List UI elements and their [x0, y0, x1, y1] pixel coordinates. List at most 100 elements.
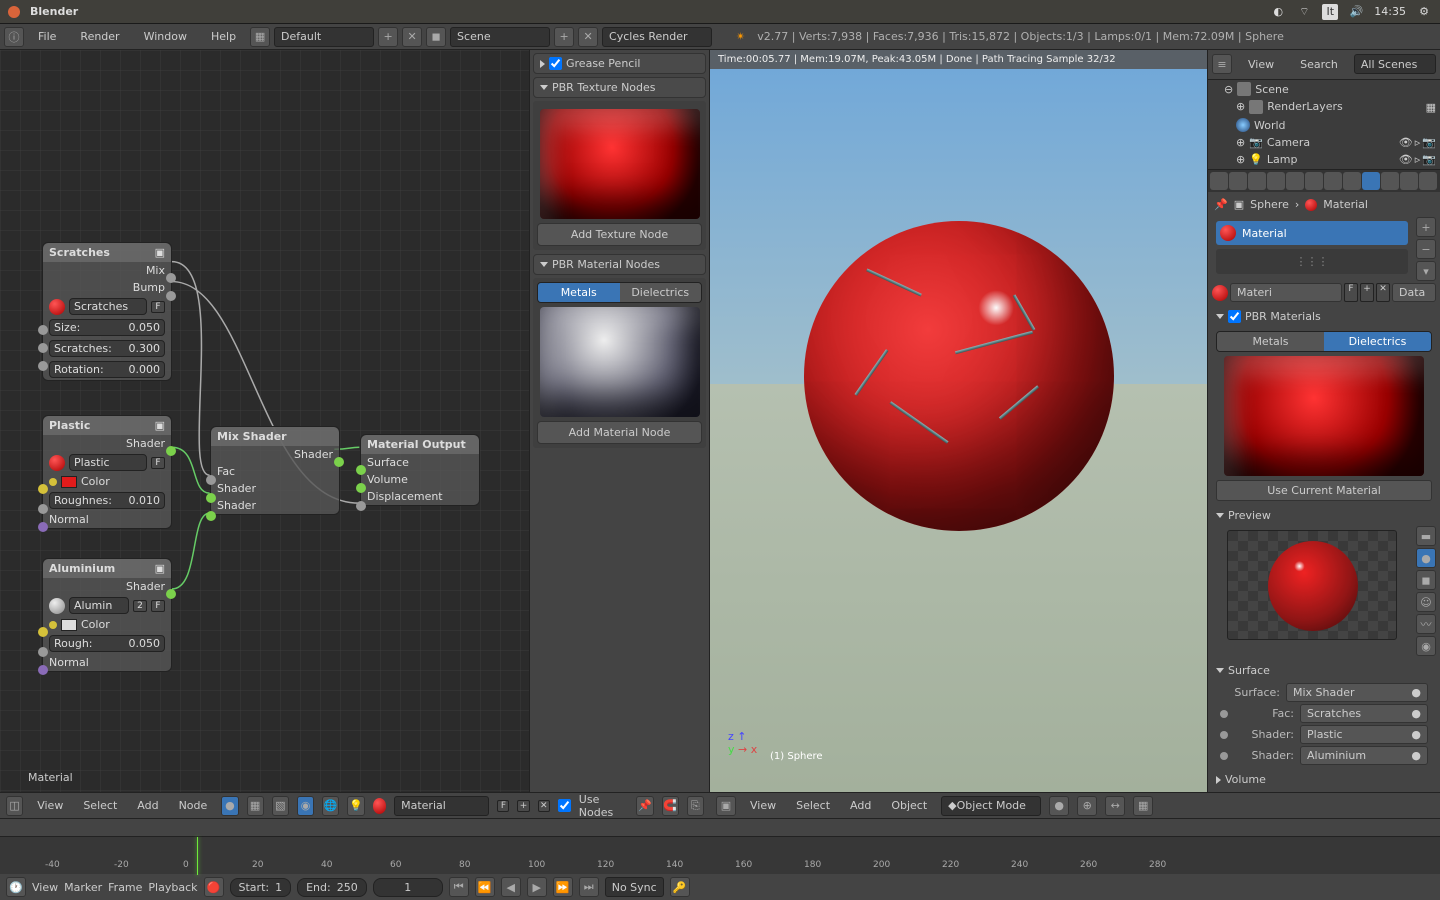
users-count[interactable]: 2: [133, 600, 147, 612]
pin-icon[interactable]: 📌: [1214, 198, 1228, 211]
sync-dropdown[interactable]: No Sync: [605, 877, 664, 897]
menu-select[interactable]: Select: [790, 795, 836, 816]
menu-add[interactable]: Add: [131, 795, 164, 816]
add-slot-button[interactable]: +: [1416, 217, 1436, 237]
timeline-ruler[interactable]: -40-200204060801001201401601802002202402…: [0, 836, 1440, 874]
viewport-shading-icon[interactable]: ●: [1049, 796, 1069, 816]
node-collapse-icon[interactable]: ▣: [155, 562, 165, 575]
menu-render[interactable]: Render: [70, 26, 129, 47]
window-close-icon[interactable]: [8, 6, 20, 18]
node-aluminium[interactable]: Aluminium▣ Shader Alumin2F Color Rough:0…: [42, 558, 172, 672]
shader-tree-icon[interactable]: ●: [221, 796, 238, 816]
slot-menu-button[interactable]: ▾: [1416, 261, 1436, 281]
roughness-field[interactable]: Rough:0.050: [49, 635, 165, 652]
tab-physics[interactable]: [1419, 172, 1437, 190]
outliner-item-camera[interactable]: ⊕📷Camera👁▹📷: [1208, 134, 1440, 151]
selectable-icon[interactable]: ▹: [1415, 136, 1421, 149]
texture-tree-icon[interactable]: ▧: [272, 796, 289, 816]
roughness-field[interactable]: Roughnes:0.010: [49, 492, 165, 509]
node-plastic[interactable]: Plastic▣ Shader PlasticF Color Roughnes:…: [42, 415, 172, 529]
panel-checkbox[interactable]: [549, 57, 562, 70]
outliner-view-menu[interactable]: View: [1238, 54, 1284, 75]
volume-icon[interactable]: 🔊: [1348, 4, 1364, 20]
preview-sphere-icon[interactable]: ●: [1416, 548, 1436, 568]
tab-dielectrics[interactable]: Dielectrics: [620, 283, 702, 302]
node-mix-shader[interactable]: Mix Shader Shader Fac Shader Shader: [210, 426, 340, 515]
material-browse-icon[interactable]: [1212, 285, 1228, 301]
panel-volume[interactable]: Volume: [1212, 769, 1436, 790]
mode-dropdown[interactable]: ◆ Object Mode: [941, 796, 1041, 816]
3d-viewport[interactable]: Time:00:05.77 | Mem:19.07M, Peak:43.05M …: [710, 50, 1208, 792]
panel-pbr-textures[interactable]: PBR Texture Nodes: [533, 77, 706, 98]
tab-object[interactable]: [1286, 172, 1304, 190]
fac-input-dropdown[interactable]: Scratches●: [1300, 704, 1428, 723]
link-dropdown[interactable]: Data: [1392, 283, 1436, 302]
fake-user-button[interactable]: F: [151, 301, 165, 313]
tab-metals[interactable]: Metals: [1217, 332, 1324, 351]
auto-keyframe-icon[interactable]: 🔴: [204, 877, 224, 897]
size-field[interactable]: Size:0.050: [49, 319, 165, 336]
tab-data[interactable]: [1343, 172, 1361, 190]
manipulator-icon[interactable]: ↔: [1105, 796, 1125, 816]
outliner-search-menu[interactable]: Search: [1290, 54, 1348, 75]
menu-help[interactable]: Help: [201, 26, 246, 47]
outliner-item-renderlayers[interactable]: ⊕RenderLayers▦: [1208, 98, 1440, 116]
node-material-output[interactable]: Material Output Surface Volume Displacem…: [360, 434, 480, 506]
outliner-item-lamp[interactable]: ⊕💡Lamp👁▹📷: [1208, 151, 1440, 168]
keyframe-prev-icon[interactable]: ⏪: [475, 877, 495, 897]
play-icon[interactable]: ▶: [527, 877, 547, 897]
tab-texture[interactable]: [1381, 172, 1399, 190]
object-shader-icon[interactable]: ◉: [297, 796, 314, 816]
tab-material[interactable]: [1362, 172, 1380, 190]
pivot-icon[interactable]: ⊕: [1077, 796, 1097, 816]
material-slot-empty[interactable]: ⋮⋮⋮: [1216, 249, 1408, 274]
new-material-button[interactable]: +: [1360, 283, 1374, 302]
node-collapse-icon[interactable]: ▣: [155, 246, 165, 259]
pin-icon[interactable]: 📌: [636, 796, 653, 816]
fake-user-button[interactable]: F: [497, 800, 509, 812]
menu-object[interactable]: Object: [885, 795, 933, 816]
renderable-icon[interactable]: 📷: [1422, 136, 1436, 149]
jump-start-icon[interactable]: ⏮: [449, 877, 469, 897]
material-name-field[interactable]: Materi: [1230, 283, 1342, 302]
texture-field[interactable]: Scratches: [69, 298, 147, 315]
editor-type-icon[interactable]: 🕐: [6, 877, 26, 897]
scratches-field[interactable]: Scratches:0.300: [49, 340, 165, 357]
fake-user-button[interactable]: F: [151, 457, 165, 469]
shader1-dropdown[interactable]: Plastic●: [1300, 725, 1428, 744]
menu-view[interactable]: View: [32, 881, 58, 894]
shader2-dropdown[interactable]: Aluminium●: [1300, 746, 1428, 765]
screen-layout-dropdown[interactable]: Default: [274, 27, 374, 47]
panel-checkbox[interactable]: [1228, 310, 1241, 323]
tab-world[interactable]: [1267, 172, 1285, 190]
menu-select[interactable]: Select: [77, 795, 123, 816]
snap-icon[interactable]: 🧲: [662, 796, 679, 816]
add-texture-node-button[interactable]: Add Texture Node: [537, 223, 702, 246]
keying-icon[interactable]: 🔑: [670, 877, 690, 897]
add-scene-icon[interactable]: +: [554, 27, 574, 47]
layers-icon[interactable]: ▦: [1133, 796, 1153, 816]
outliner-item-world[interactable]: World: [1208, 116, 1440, 134]
render-engine-dropdown[interactable]: Cycles Render: [602, 27, 712, 47]
lamp-shader-icon[interactable]: 💡: [347, 796, 364, 816]
node-collapse-icon[interactable]: ▣: [155, 419, 165, 432]
material-field[interactable]: Alumin: [69, 597, 129, 614]
surface-shader-dropdown[interactable]: Mix Shader●: [1286, 683, 1428, 702]
preview-flat-icon[interactable]: ▬: [1416, 526, 1436, 546]
preview-hair-icon[interactable]: 〰: [1416, 614, 1436, 634]
remove-scene-icon[interactable]: ✕: [578, 27, 598, 47]
scene-icon[interactable]: ◼: [426, 27, 446, 47]
use-current-material-button[interactable]: Use Current Material: [1216, 480, 1432, 501]
material-browse-icon[interactable]: [373, 798, 387, 814]
world-shader-icon[interactable]: 🌐: [322, 796, 339, 816]
color-swatch[interactable]: [61, 619, 77, 631]
tab-dielectrics[interactable]: Dielectrics: [1324, 332, 1431, 351]
editor-type-icon[interactable]: ◫: [6, 796, 23, 816]
chrome-icon[interactable]: ◐: [1270, 4, 1286, 20]
tab-render[interactable]: [1210, 172, 1228, 190]
menu-marker[interactable]: Marker: [64, 881, 102, 894]
menu-window[interactable]: Window: [134, 26, 197, 47]
wifi-icon[interactable]: ⌔: [1296, 4, 1312, 20]
nodetree-name-field[interactable]: Material: [394, 796, 489, 816]
tab-particles[interactable]: [1400, 172, 1418, 190]
